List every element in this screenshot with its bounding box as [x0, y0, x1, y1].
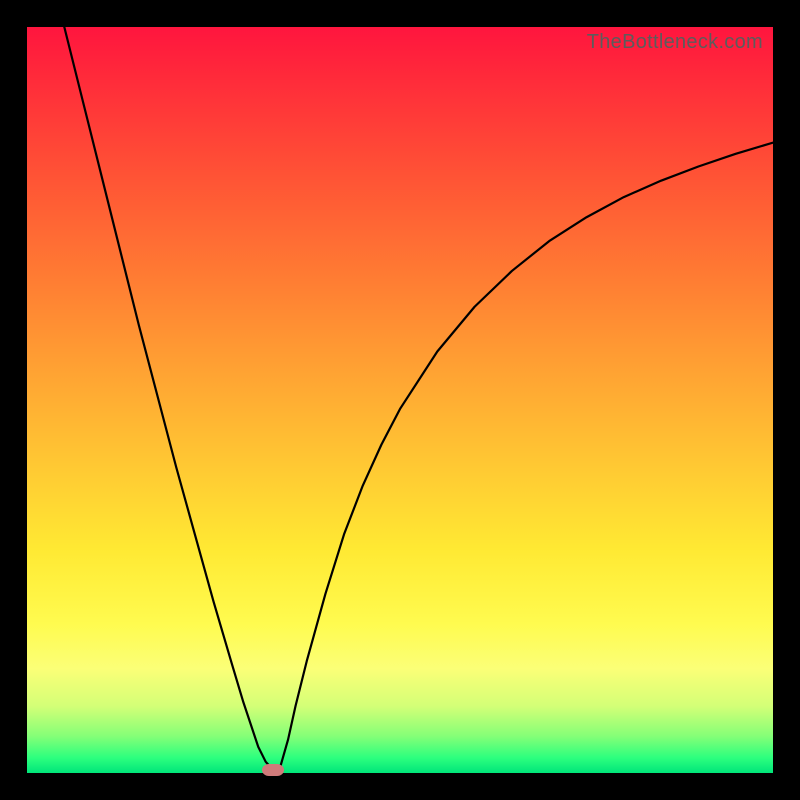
min-marker [262, 764, 284, 776]
curve-svg [27, 27, 773, 773]
plot-area: TheBottleneck.com [27, 27, 773, 773]
bottleneck-curve [64, 27, 773, 770]
chart-frame: TheBottleneck.com [0, 0, 800, 800]
